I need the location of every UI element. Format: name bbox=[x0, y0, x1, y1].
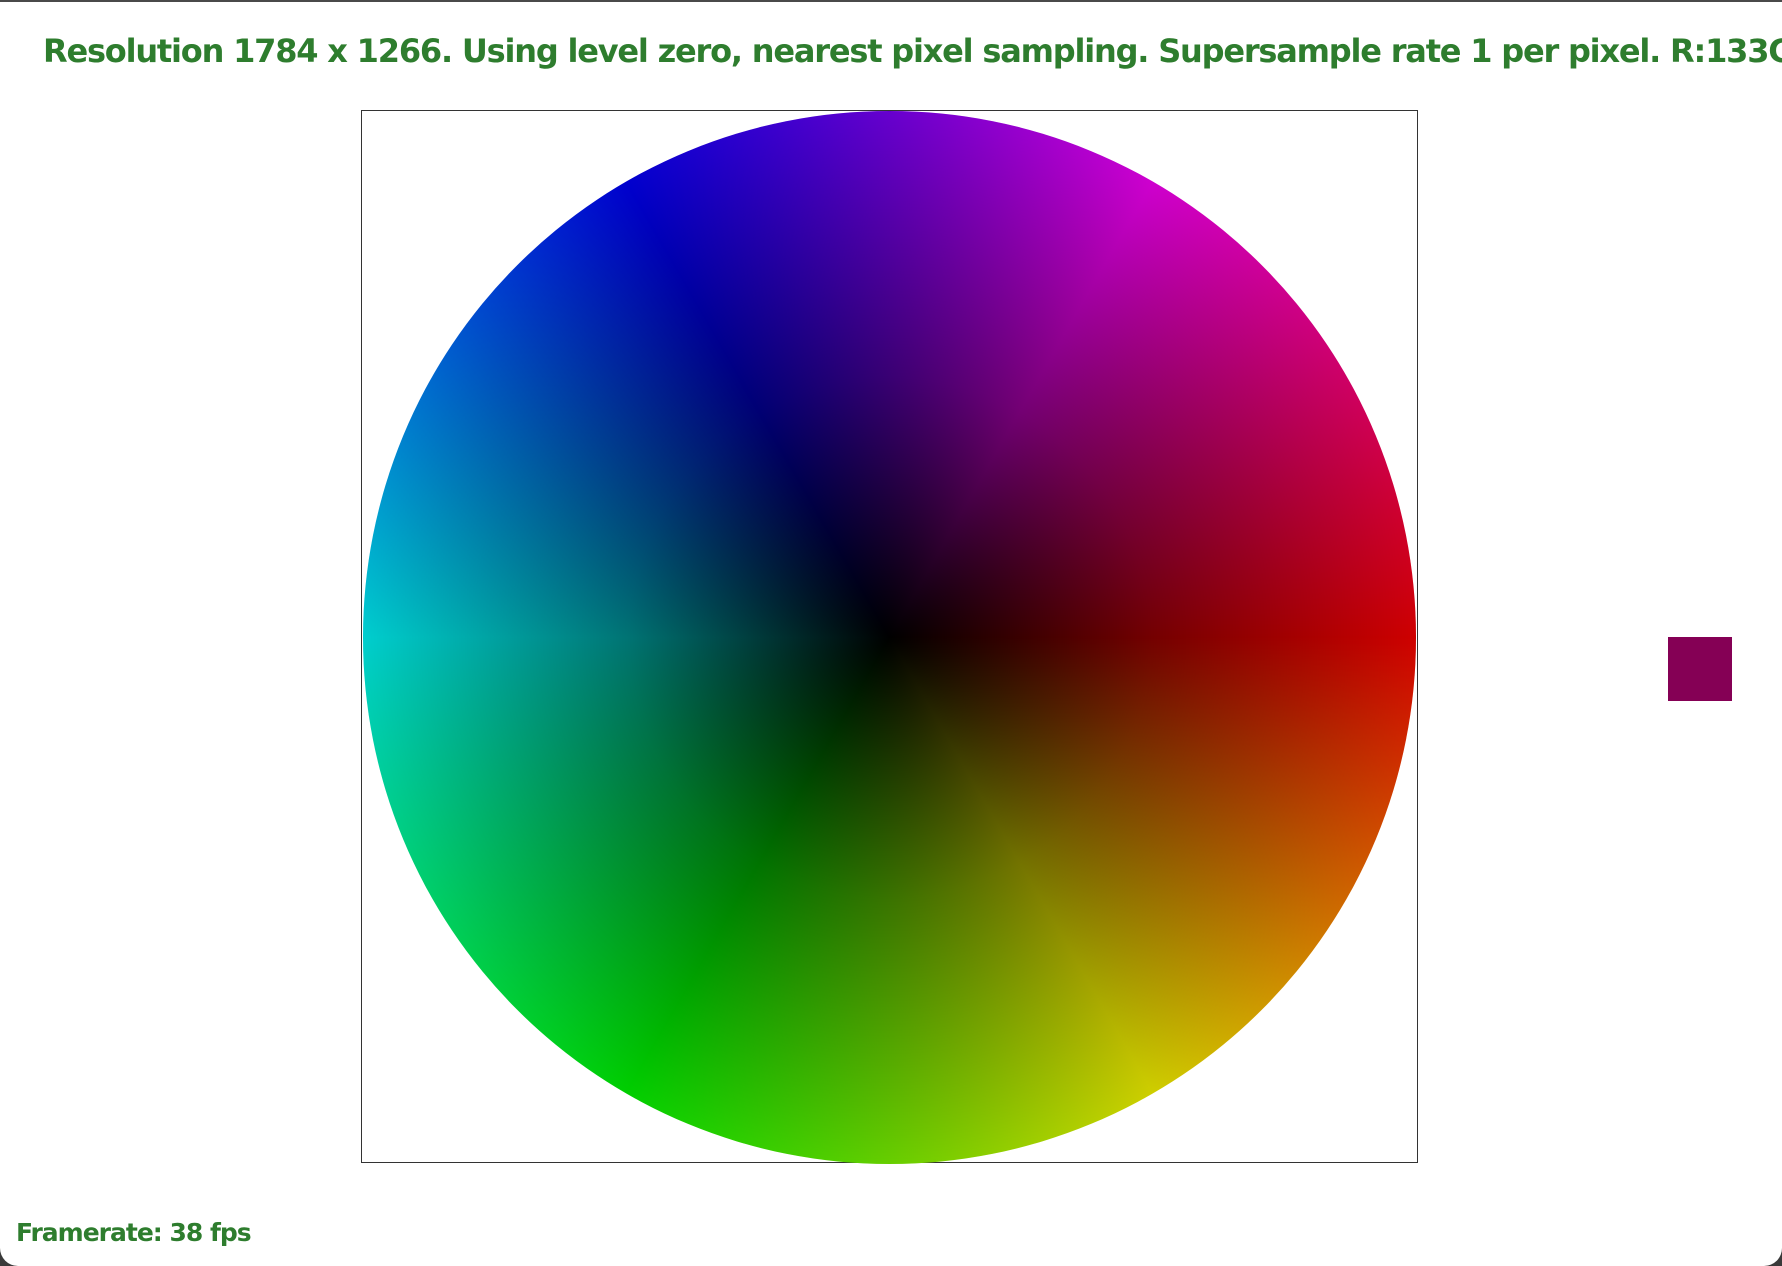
color-wheel-container bbox=[362, 111, 1417, 1164]
sampled-color-swatch bbox=[1668, 637, 1732, 701]
viewer-window: Resolution 1784 x 1266. Using level zero… bbox=[0, 0, 1782, 1266]
status-readout: Resolution 1784 x 1266. Using level zero… bbox=[43, 32, 1782, 70]
framerate-readout: Framerate: 38 fps bbox=[16, 1218, 252, 1247]
texture-canvas[interactable] bbox=[361, 110, 1418, 1164]
color-wheel-shading bbox=[363, 111, 1416, 1164]
